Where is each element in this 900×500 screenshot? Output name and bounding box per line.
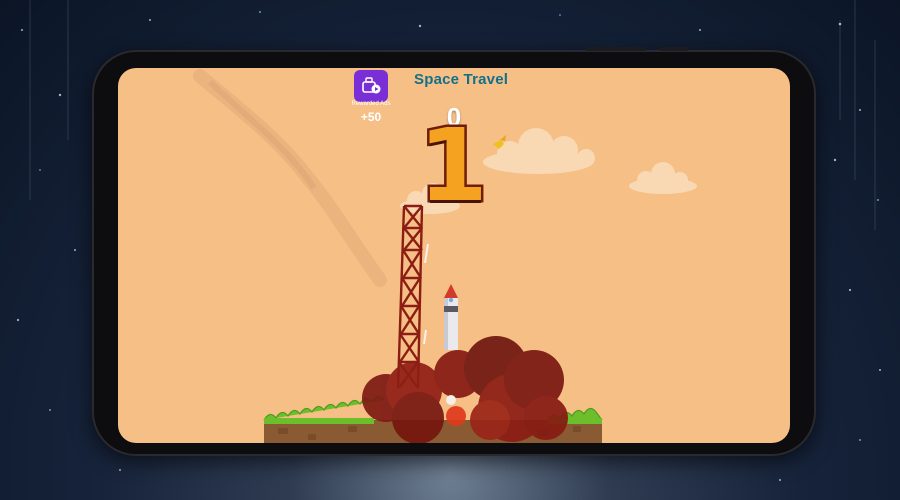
reward-amount: +50 <box>360 110 382 124</box>
cloud <box>483 128 595 174</box>
rewarded-ad-button[interactable] <box>354 70 388 102</box>
launch-tower <box>396 204 424 389</box>
rocket-icon <box>444 284 458 350</box>
video-reward-icon <box>362 77 381 94</box>
ad-button-caption: Rewarded Ads <box>351 101 391 107</box>
countdown-number: 1 <box>416 107 491 224</box>
game-screen[interactable]: Rewarded Ads +50 Space Travel 0 1 <box>118 68 790 443</box>
phone-side-button <box>586 47 646 51</box>
phone-side-button <box>660 47 688 51</box>
cloud <box>629 162 697 194</box>
game-title: Space Travel <box>414 71 509 88</box>
